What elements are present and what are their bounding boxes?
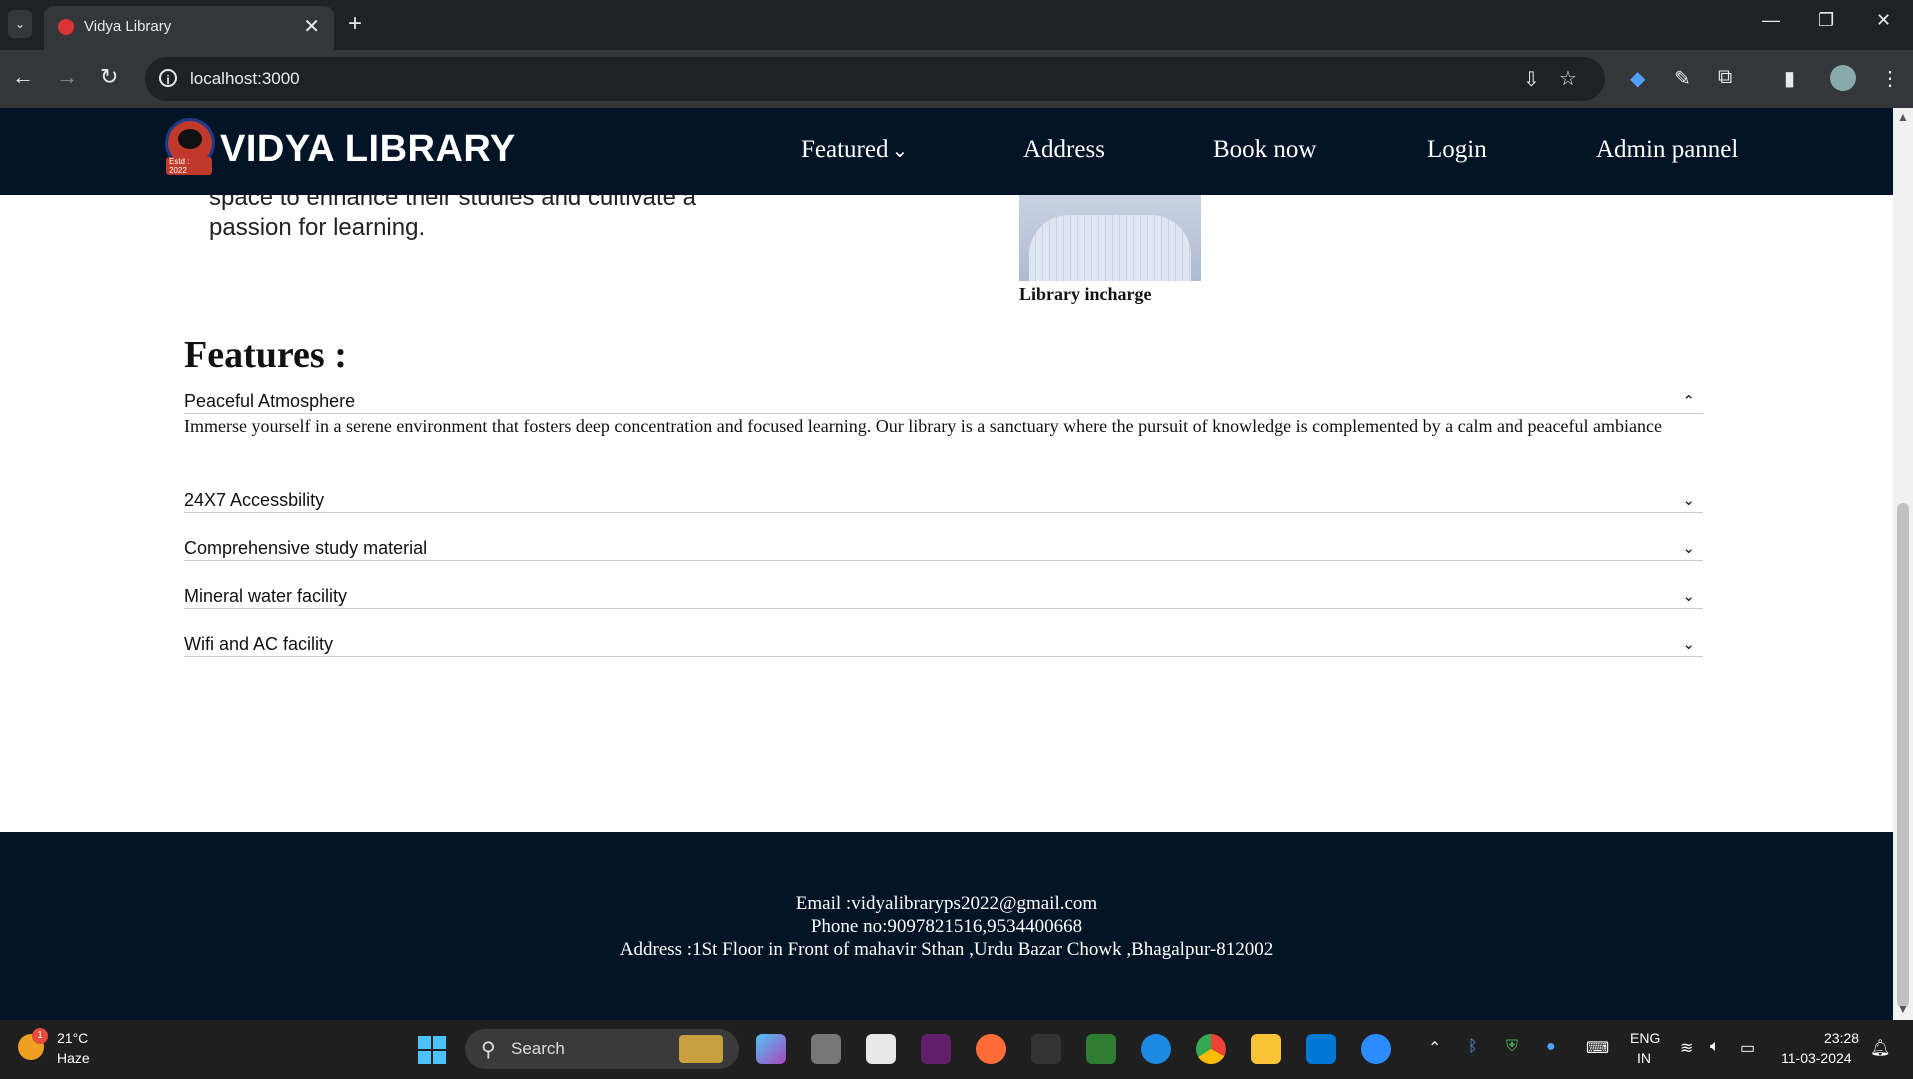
search-icon: ⚲	[481, 1039, 496, 1061]
app-h-icon[interactable]	[1031, 1034, 1061, 1064]
site-info-icon[interactable]: i	[159, 69, 177, 87]
battery-icon[interactable]: ▭	[1740, 1038, 1755, 1058]
tab-search-button[interactable]: ⌄	[8, 10, 32, 38]
file-explorer-icon[interactable]	[1251, 1034, 1281, 1064]
chevron-down-icon: ⌄	[1682, 492, 1695, 509]
brand-title[interactable]: VIDYA LIBRARY	[220, 128, 516, 171]
footer-address: Address :1St Floor in Front of mahavir S…	[619, 939, 1274, 960]
weather-temperature[interactable]: 21°C	[57, 1030, 88, 1046]
wifi-icon[interactable]: ≋	[1680, 1038, 1693, 1058]
slack-icon[interactable]	[921, 1034, 951, 1064]
extension-icon[interactable]: ◆	[1630, 66, 1645, 91]
bookmark-star-icon[interactable]: ☆	[1559, 66, 1577, 91]
volume-icon[interactable]: 🔈︎	[1710, 1038, 1720, 1056]
eyedropper-icon[interactable]: ✎	[1674, 66, 1691, 91]
nav-featured-label: Featured	[801, 136, 889, 163]
security-shield-icon[interactable]: ⛨	[1506, 1038, 1518, 1056]
profile-avatar[interactable]	[1830, 65, 1856, 91]
site-navbar: Estd : 2022 VIDYA LIBRARY Featured ⌄ Addr…	[0, 108, 1893, 195]
close-window-button[interactable]: ✕	[1876, 10, 1891, 31]
accordion-item[interactable]: Peaceful Atmosphere ⌃	[184, 391, 1703, 414]
accordion-title: Peaceful Atmosphere	[184, 391, 356, 411]
tab-close-button[interactable]: ✕	[303, 14, 320, 39]
vscode-icon[interactable]	[1306, 1034, 1336, 1064]
chevron-down-icon: ⌄	[891, 140, 909, 162]
clock-time[interactable]: 23:28	[1824, 1030, 1859, 1046]
tab-title: Vidya Library	[84, 18, 172, 35]
forward-icon[interactable]: →	[56, 64, 78, 90]
vim-icon[interactable]	[1086, 1034, 1116, 1064]
chrome-icon[interactable]	[1196, 1034, 1226, 1064]
new-tab-button[interactable]: +	[348, 10, 362, 38]
back-icon[interactable]: ←	[12, 64, 34, 90]
library-logo[interactable]: Estd : 2022	[165, 118, 215, 175]
browser-tab[interactable]: Vidya Library ✕	[44, 6, 334, 50]
notification-badge: 1	[32, 1028, 48, 1044]
show-hidden-icons-icon[interactable]: ⌃	[1428, 1038, 1441, 1058]
accordion-item[interactable]: Comprehensive study material ⌄	[184, 538, 1703, 561]
chevron-down-icon: ⌄	[1682, 540, 1695, 557]
edge-icon[interactable]	[1141, 1034, 1171, 1064]
zoom-icon[interactable]	[1361, 1034, 1391, 1064]
accordion-item[interactable]: Mineral water facility ⌄	[184, 586, 1703, 609]
windows-taskbar: 1 21°C Haze ⚲ Search ⌃ ᛒ ⛨ ● ⌨ ENG IN ≋ …	[0, 1020, 1913, 1079]
store-icon[interactable]	[866, 1034, 896, 1064]
extensions-puzzle-icon[interactable]: ⧉	[1718, 66, 1732, 89]
windows-start-icon[interactable]	[418, 1036, 446, 1064]
favicon-icon	[58, 19, 74, 35]
install-app-icon[interactable]: ⇩	[1523, 67, 1540, 92]
language-indicator[interactable]: ENG	[1630, 1030, 1660, 1046]
browser-tabstrip: ⌄ Vidya Library ✕ + — ❐ ✕	[0, 0, 1913, 50]
nav-address[interactable]: Address	[1023, 136, 1105, 164]
accordion-title: Wifi and AC facility	[184, 634, 334, 654]
accordion-title: Mineral water facility	[184, 586, 348, 606]
nav-admin[interactable]: Admin pannel	[1596, 136, 1738, 164]
logo-estd-label: Estd : 2022	[166, 157, 212, 175]
task-view-icon[interactable]	[811, 1034, 841, 1064]
clock-date[interactable]: 11-03-2024	[1781, 1050, 1852, 1066]
accordion-item[interactable]: Wifi and AC facility ⌄	[184, 634, 1703, 657]
taskbar-search-label: Search	[511, 1039, 565, 1058]
nav-login[interactable]: Login	[1427, 136, 1487, 164]
side-panel-icon[interactable]: ▮	[1784, 66, 1795, 91]
keyboard-icon[interactable]: ⌨	[1586, 1038, 1609, 1058]
scroll-thumb[interactable]	[1897, 503, 1909, 1008]
restore-button[interactable]: ❐	[1818, 10, 1834, 31]
photo-shirt	[1029, 215, 1191, 281]
bluetooth-icon[interactable]: ᛒ	[1468, 1038, 1478, 1056]
reload-icon[interactable]: ↻	[100, 64, 118, 90]
menu-kebab-icon[interactable]: ⋮	[1880, 66, 1900, 91]
nav-book-now[interactable]: Book now	[1213, 136, 1316, 164]
minimize-button[interactable]: —	[1762, 10, 1780, 31]
scroll-down-arrow-icon[interactable]: ▼	[1897, 1002, 1909, 1016]
accordion-title: 24X7 Accessbility	[184, 490, 325, 510]
region-indicator[interactable]: IN	[1637, 1050, 1651, 1066]
logo-emblem	[178, 129, 202, 149]
browser-toolbar: ← → ↻ i localhost:3000 ⇩ ☆ ◆ ✎ ⧉ ▮ ⋮	[0, 50, 1913, 108]
url-text[interactable]: localhost:3000	[190, 69, 300, 89]
notification-bell-icon[interactable]: 🔔︎	[1870, 1038, 1890, 1058]
footer-email: Email :vidyalibraryps2022@gmail.com	[795, 893, 1098, 914]
weather-condition[interactable]: Haze	[57, 1050, 90, 1066]
incharge-caption: Library incharge	[1019, 284, 1152, 304]
footer-phone: Phone no:9097821516,9534400668	[810, 916, 1083, 937]
accordion-item[interactable]: 24X7 Accessbility ⌄	[184, 490, 1703, 513]
zoom-tray-icon[interactable]: ●	[1546, 1038, 1556, 1056]
scroll-up-arrow-icon[interactable]: ▲	[1897, 110, 1909, 124]
features-heading: Features :	[184, 334, 347, 376]
accordion-title: Comprehensive study material	[184, 538, 428, 558]
address-bar[interactable]: i localhost:3000 ⇩ ☆	[145, 57, 1605, 101]
chevron-down-icon: ⌄	[1682, 588, 1695, 605]
postman-icon[interactable]	[976, 1034, 1006, 1064]
site-footer: Email :vidyalibraryps2022@gmail.com Phon…	[0, 832, 1893, 1020]
accordion-body: Immerse yourself in a serene environment…	[184, 416, 1662, 436]
chevron-up-icon: ⌃	[1682, 393, 1695, 410]
nav-featured[interactable]: Featured ⌄	[801, 136, 908, 164]
chevron-down-icon: ⌄	[1682, 636, 1695, 653]
page-scrollbar[interactable]: ▲ ▼	[1893, 108, 1913, 1020]
taskbar-search[interactable]: ⚲ Search	[465, 1029, 739, 1069]
incharge-photo	[1019, 195, 1201, 281]
search-highlight-icon	[679, 1035, 723, 1063]
copilot-icon[interactable]	[756, 1034, 786, 1064]
